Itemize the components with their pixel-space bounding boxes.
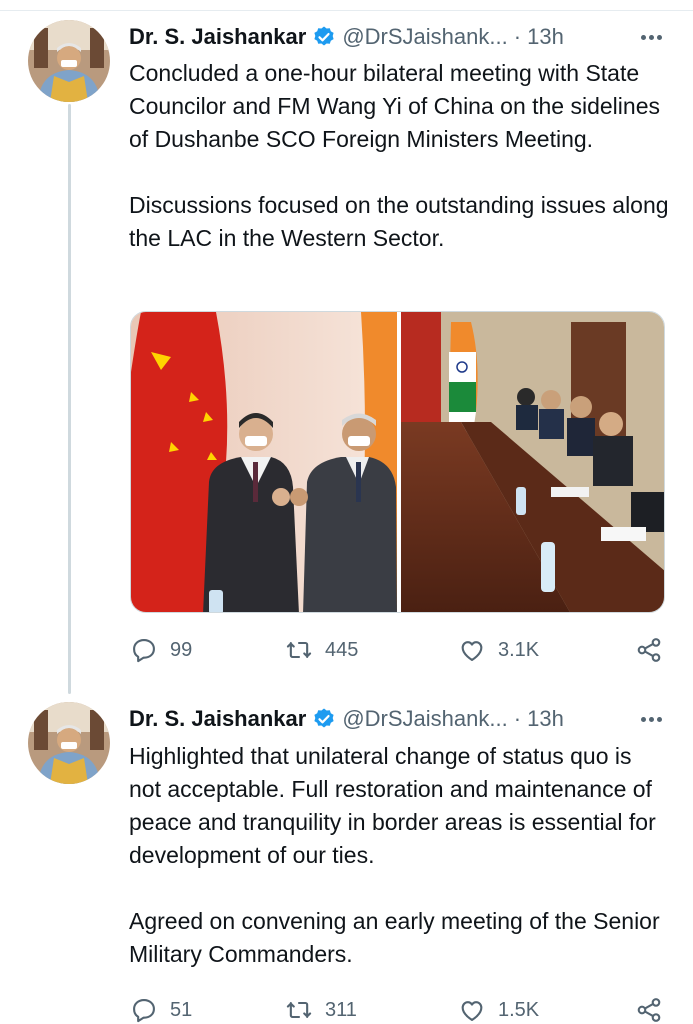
share-icon	[637, 638, 661, 662]
reply-count: 99	[170, 638, 193, 661]
meeting-photos	[131, 312, 664, 612]
like-count: 3.1K	[498, 638, 540, 661]
tweet-photo[interactable]	[130, 311, 665, 613]
author-handle[interactable]: @DrSJaishank...	[342, 706, 507, 732]
author-name[interactable]: Dr. S. Jaishankar	[129, 706, 306, 732]
avatar[interactable]	[28, 702, 110, 784]
share-button[interactable]	[635, 634, 663, 666]
tweet-header: Dr. S. Jaishankar @DrSJaishank... · 13h	[129, 704, 564, 734]
author-handle[interactable]: @DrSJaishank...	[342, 24, 507, 50]
verified-badge-icon	[312, 25, 336, 49]
reply-button[interactable]: 99	[130, 634, 192, 666]
tweet-actions: 99 445 3.1K	[130, 634, 670, 666]
like-button[interactable]: 3.1K	[458, 634, 539, 666]
verified-badge-icon	[312, 707, 336, 731]
like-count: 1.5K	[498, 998, 540, 1021]
thread-connector-line	[68, 104, 71, 694]
tweet-actions: 51 311 1.5K	[130, 994, 670, 1024]
reply-icon	[133, 639, 155, 663]
retweet-icon	[286, 1001, 312, 1019]
tweet-text: Concluded a one-hour bilateral meeting w…	[129, 60, 669, 251]
retweet-button[interactable]: 445	[285, 634, 358, 666]
share-button[interactable]	[635, 994, 663, 1024]
tweet-text: Highlighted that unilateral change of st…	[129, 743, 660, 967]
more-options-icon[interactable]	[636, 22, 666, 52]
like-button[interactable]: 1.5K	[458, 994, 539, 1024]
retweet-icon	[286, 641, 312, 659]
retweet-count: 445	[325, 638, 359, 661]
tweet-header: Dr. S. Jaishankar @DrSJaishank... · 13h	[129, 22, 564, 52]
tweet-time[interactable]: · 13h	[514, 706, 564, 732]
reply-icon	[133, 999, 155, 1023]
author-name[interactable]: Dr. S. Jaishankar	[129, 24, 306, 50]
share-icon	[637, 998, 661, 1022]
retweet-count: 311	[325, 998, 357, 1021]
more-options-icon[interactable]	[636, 704, 666, 734]
retweet-button[interactable]: 311	[285, 994, 357, 1024]
heart-icon	[461, 641, 483, 661]
avatar[interactable]	[28, 20, 110, 102]
reply-count: 51	[170, 998, 193, 1021]
heart-icon	[461, 1001, 483, 1021]
top-divider	[0, 10, 693, 11]
reply-button[interactable]: 51	[130, 994, 192, 1024]
tweet-time[interactable]: · 13h	[514, 24, 564, 50]
